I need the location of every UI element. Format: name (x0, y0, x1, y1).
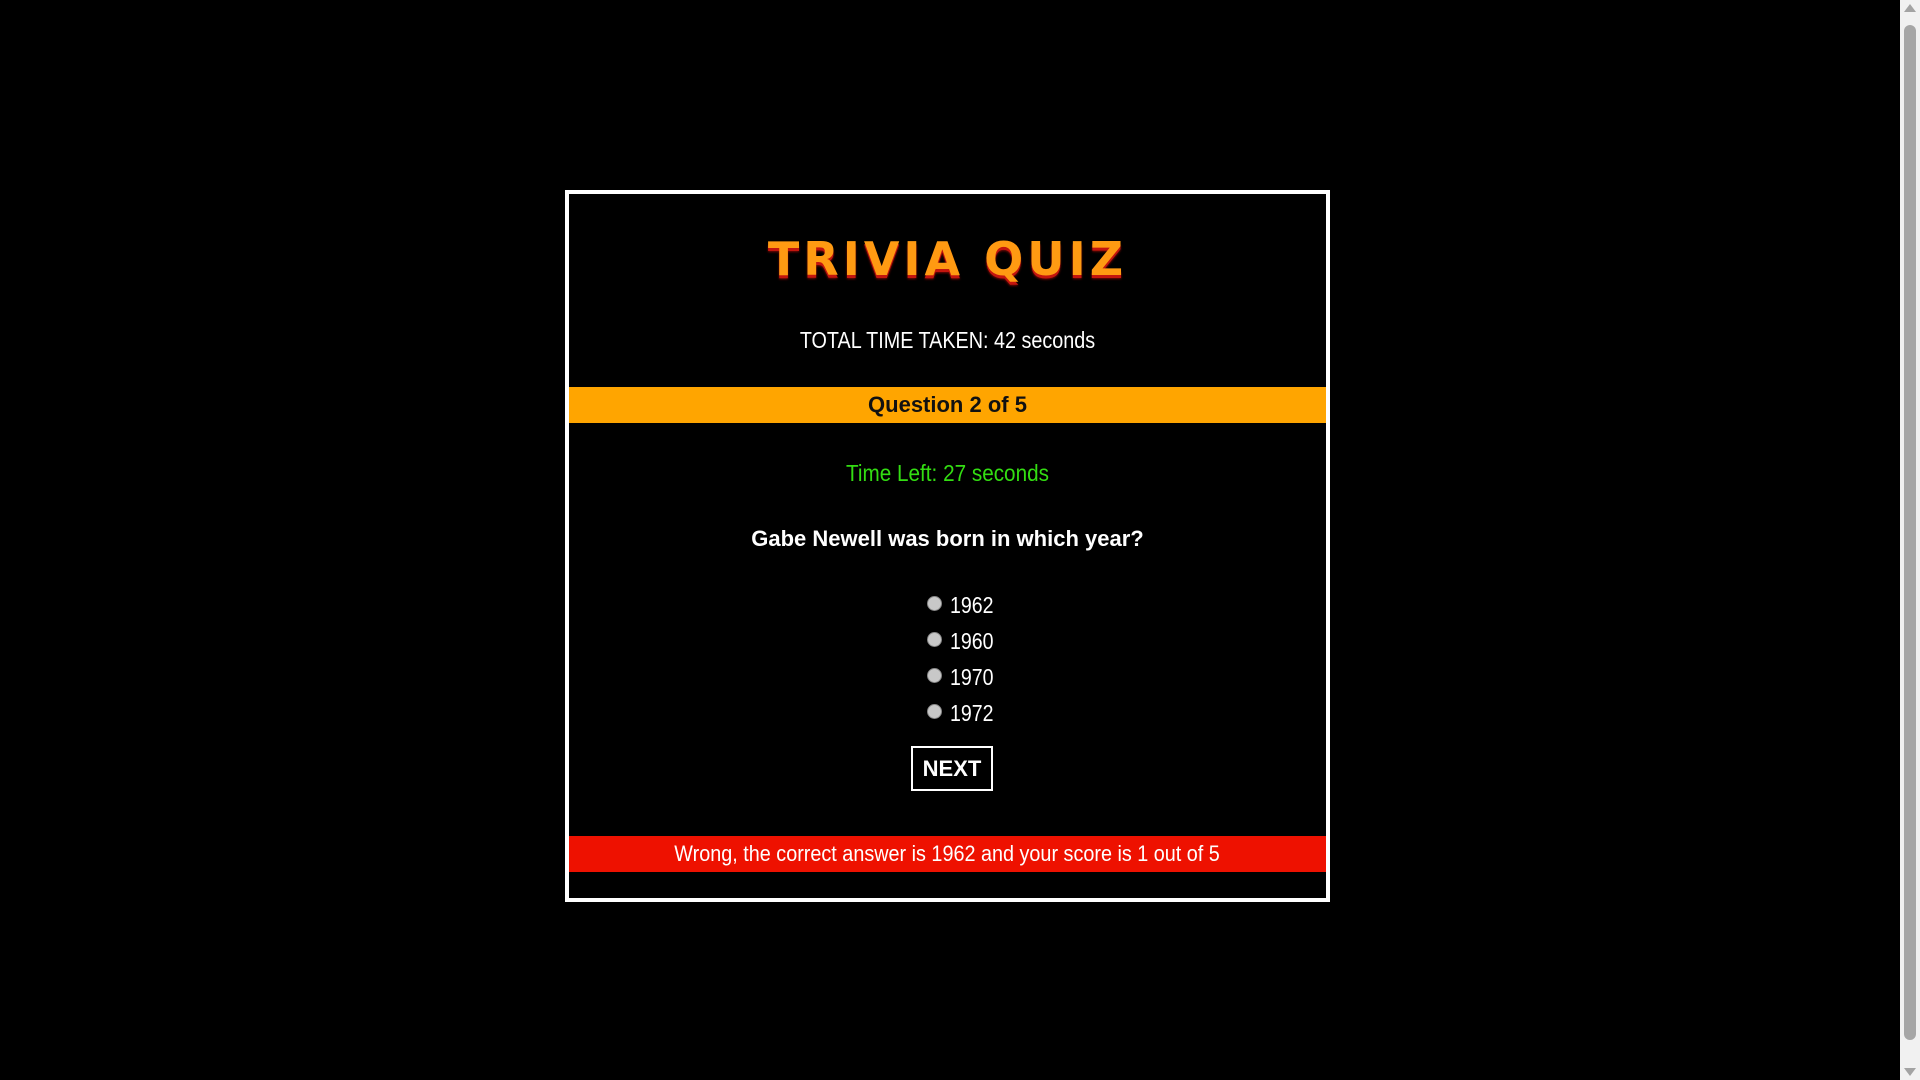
answer-option-label: 1970 (949, 663, 993, 690)
answer-options: 1962 1960 1970 1972 (569, 587, 1326, 731)
answer-option[interactable]: 1960 (569, 623, 1326, 659)
feedback-bar: Wrong, the correct answer is 1962 and yo… (569, 836, 1326, 872)
question-text: Gabe Newell was born in which year? (751, 526, 1144, 551)
radio-button[interactable] (926, 704, 942, 719)
question-counter: Question 2 of 5 (868, 392, 1027, 417)
scrollbar-thumb[interactable] (1904, 25, 1916, 1040)
time-left: Time Left: 27 seconds (846, 460, 1049, 486)
answer-option-label: 1960 (949, 627, 993, 654)
radio-button[interactable] (926, 596, 942, 611)
radio-button[interactable] (926, 632, 942, 647)
feedback-message: Wrong, the correct answer is 1962 and yo… (674, 841, 1221, 866)
radio-button[interactable] (926, 668, 942, 683)
scroll-up-arrow-icon[interactable] (1904, 4, 1916, 12)
answer-option-label: 1962 (949, 591, 993, 618)
question-counter-bar: Question 2 of 5 (569, 387, 1326, 423)
quiz-title: TRIVIA QUIZ (767, 232, 1128, 286)
scroll-down-arrow-icon[interactable] (1904, 1068, 1916, 1076)
page-viewport: TRIVIA QUIZ TOTAL TIME TAKEN: 42 seconds… (0, 0, 1900, 1080)
quiz-card: TRIVIA QUIZ TOTAL TIME TAKEN: 42 seconds… (565, 190, 1330, 902)
vertical-scrollbar[interactable] (1900, 0, 1920, 1080)
answer-option[interactable]: 1972 (569, 695, 1326, 731)
answer-option-label: 1972 (949, 699, 993, 726)
answer-option[interactable]: 1970 (569, 659, 1326, 695)
answer-option[interactable]: 1962 (569, 587, 1326, 623)
total-time-taken: TOTAL TIME TAKEN: 42 seconds (799, 327, 1096, 353)
next-button[interactable]: NEXT (911, 746, 993, 791)
